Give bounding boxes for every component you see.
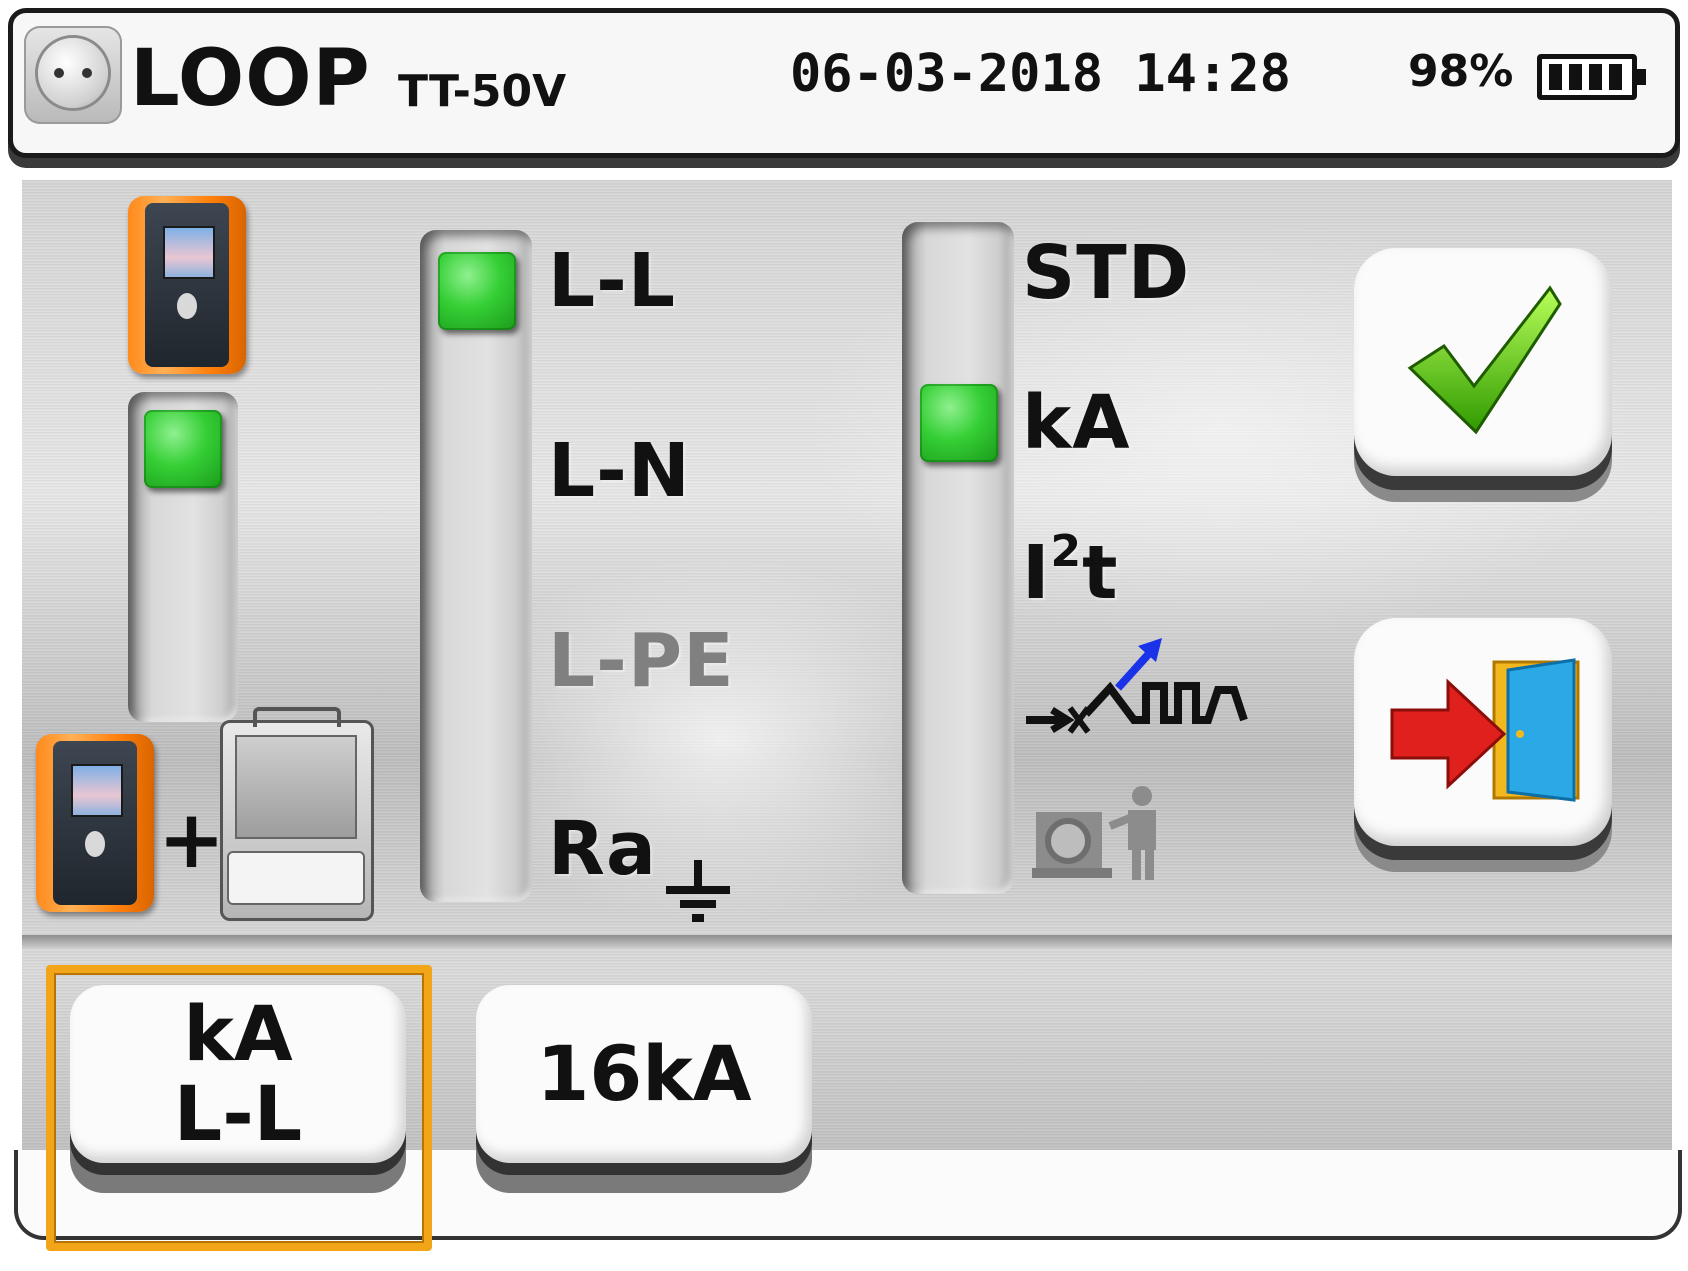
- option-l-pe: L-PE: [548, 618, 735, 704]
- waveform-icon[interactable]: [1022, 638, 1252, 748]
- plus-icon: +: [158, 793, 226, 886]
- option-i2t-exponent: 2: [1050, 526, 1083, 578]
- selection-highlight: [46, 965, 432, 1251]
- option-l-n[interactable]: L-N: [548, 434, 691, 508]
- system-subtitle: TT-50V: [398, 66, 567, 117]
- adapter-case-icon[interactable]: [220, 707, 374, 921]
- exit-door-icon: [1390, 658, 1580, 802]
- measure-type-slider-track[interactable]: [902, 222, 1014, 894]
- datetime: 06-03-2018 14:28: [790, 44, 1291, 104]
- loop-type-slider-track[interactable]: [420, 230, 532, 902]
- divider: [22, 935, 1672, 949]
- battery-icon: [1537, 54, 1646, 100]
- measure-type-slider-knob[interactable]: [920, 384, 998, 462]
- option-ka[interactable]: kA: [1022, 386, 1130, 460]
- loop-type-slider-knob[interactable]: [438, 252, 516, 330]
- checkmark-icon: [1407, 285, 1562, 435]
- exit-button[interactable]: [1354, 618, 1612, 846]
- option-l-l[interactable]: L-L: [548, 244, 676, 318]
- motor-person-icon: [1032, 786, 1156, 880]
- instrument-icon-secondary[interactable]: [36, 734, 154, 912]
- option-ra[interactable]: Ra: [548, 812, 657, 886]
- mode-slider-knob[interactable]: [144, 410, 222, 488]
- option-i2t[interactable]: I2t: [1022, 530, 1119, 610]
- battery-percent: 98%: [1408, 46, 1514, 97]
- 16ka-button-label: 16kA: [536, 1029, 752, 1119]
- 16ka-button[interactable]: 16kA: [476, 985, 812, 1163]
- socket-icon: [24, 26, 122, 124]
- option-std[interactable]: STD: [1022, 236, 1190, 310]
- confirm-button[interactable]: [1354, 248, 1612, 476]
- instrument-icon[interactable]: [128, 196, 246, 374]
- option-i2t-base: I: [1022, 530, 1051, 616]
- option-i2t-suffix: t: [1082, 530, 1119, 616]
- page-title: LOOP: [130, 34, 371, 124]
- ground-icon: [666, 860, 730, 922]
